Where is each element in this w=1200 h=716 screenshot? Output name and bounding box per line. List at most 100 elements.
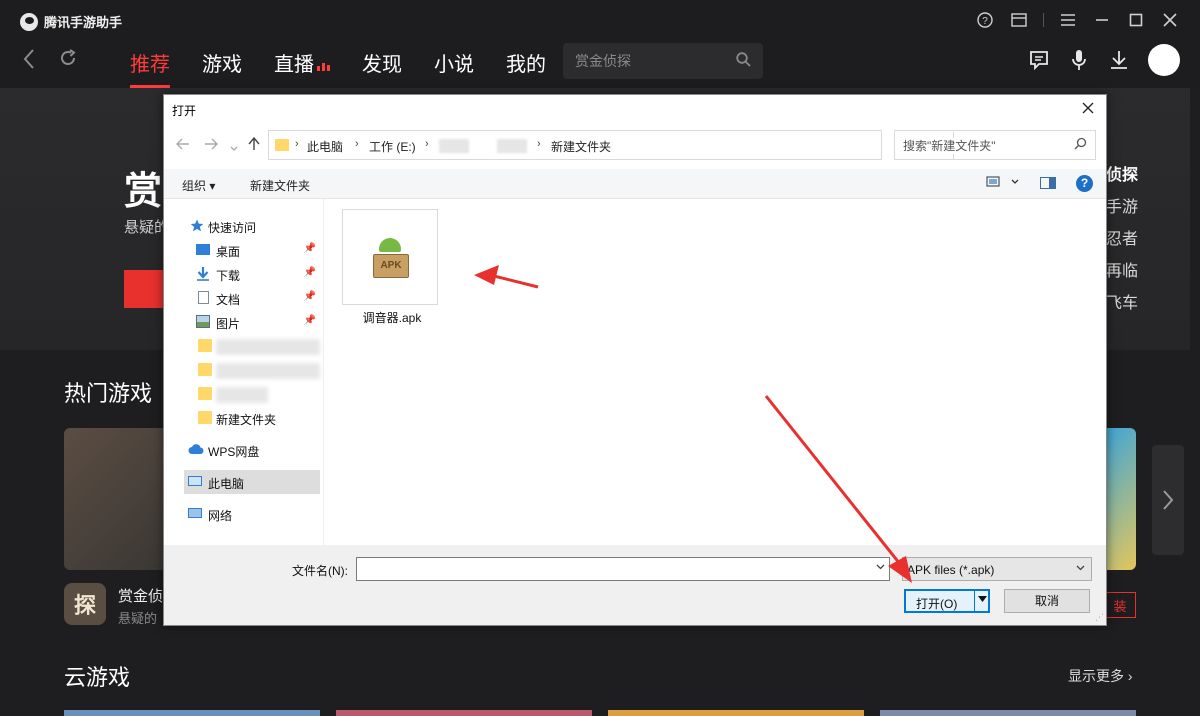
game-name[interactable]: 赏金侦 [118,585,163,606]
file-item-apk[interactable]: APK [342,209,438,305]
search-icon[interactable] [736,52,751,71]
open-dropdown-icon[interactable] [978,594,987,605]
close-icon[interactable] [1160,10,1180,30]
carousel-next-icon[interactable] [1152,445,1184,555]
nav-label: 图片 [216,317,241,331]
maximize-icon[interactable] [1126,10,1146,30]
preview-pane-icon[interactable] [1040,177,1056,189]
cloud-game-card[interactable] [608,710,864,716]
android-icon [379,238,401,252]
side-list-item[interactable]: 侦探 [1106,160,1138,192]
game-card-image[interactable] [64,428,164,570]
nav-folder-redacted[interactable] [164,382,320,406]
tab-live[interactable]: 直播 [274,48,330,88]
nav-desktop[interactable]: 桌面 📌 [164,238,320,262]
chevron-right-icon[interactable]: › [537,138,541,150]
back-arrow-icon[interactable] [176,137,190,153]
download-arrow-icon [196,267,210,281]
resize-grip-icon[interactable]: ⋰ [1095,612,1104,623]
svg-text:?: ? [982,16,988,27]
menu-icon[interactable] [1058,10,1078,30]
tab-recommend[interactable]: 推荐 [130,48,170,88]
banner-button[interactable] [124,270,164,308]
dialog-search-input[interactable] [903,138,1071,154]
forward-arrow-icon[interactable] [204,137,218,153]
breadcrumb-this-pc[interactable]: 此电脑 [307,138,343,155]
nav-new-folder[interactable]: 新建文件夹 [164,406,320,430]
chevron-right-icon[interactable]: › [425,138,429,150]
dialog-search-box [894,130,1096,160]
filename-label: 文件名(N): [292,564,348,578]
separator [1043,13,1044,27]
tab-discover[interactable]: 发现 [362,48,402,88]
side-list-item[interactable]: 飞车 [1106,288,1138,320]
nav-wps-drive[interactable]: WPS网盘 [164,438,320,462]
chevron-right-icon[interactable]: › [295,138,299,150]
new-folder-button[interactable]: 新建文件夹 [250,177,310,194]
nav-label: 此电脑 [208,477,245,491]
download-icon[interactable] [1108,49,1130,71]
breadcrumb-folder[interactable]: 新建文件夹 [551,138,611,155]
nav-folder-redacted[interactable] [164,358,320,382]
cancel-button[interactable]: 取消 [1004,589,1090,613]
redacted-label [216,339,320,355]
minimize-icon[interactable] [1092,10,1112,30]
search-input[interactable] [575,51,725,71]
mail-icon[interactable] [1009,10,1029,30]
tab-games[interactable]: 游戏 [202,48,242,88]
show-more-link[interactable]: 显示更多 › [1068,666,1133,686]
nav-pictures[interactable]: 图片 📌 [164,310,320,334]
help-icon[interactable]: ? [975,10,995,30]
open-button-label: 打开(O) [916,597,958,611]
desktop-icon [196,244,210,255]
nav-folder-redacted[interactable] [164,334,320,358]
message-icon[interactable] [1028,49,1050,71]
command-bar: 组织 ▾ 新建文件夹 ? [164,169,1106,199]
game-icon[interactable]: 探 [64,583,106,625]
section-title-hot-games: 热门游戏 [64,381,153,406]
install-button[interactable]: 装 [1104,592,1136,618]
back-icon[interactable] [22,48,36,76]
up-arrow-icon[interactable] [248,136,260,154]
avatar[interactable] [1148,44,1180,76]
microphone-icon[interactable] [1068,49,1090,71]
address-bar[interactable]: › 此电脑 › 工作 (E:) › › 新建文件夹 [268,130,976,160]
recent-locations-icon[interactable] [230,139,238,155]
nav-downloads[interactable]: 下载 📌 [164,262,320,286]
side-list-item[interactable]: 再临 [1106,256,1138,288]
search-icon[interactable] [1074,137,1087,153]
computer-icon [188,476,202,486]
logo-icon [20,12,38,31]
help-icon[interactable]: ? [1076,175,1093,192]
open-button[interactable]: 打开(O) [904,589,990,613]
organize-button[interactable]: 组织 ▾ [182,177,215,194]
refresh-icon[interactable] [58,48,78,74]
cloud-game-card[interactable] [880,710,1136,716]
dialog-close-icon[interactable] [1078,98,1098,118]
filename-input[interactable] [361,561,861,577]
side-list-item[interactable]: 手游 [1106,192,1138,224]
chevron-right-icon[interactable]: › [355,138,359,150]
chevron-down-icon[interactable] [876,562,885,573]
tab-novel[interactable]: 小说 [434,48,474,88]
folder-icon [198,387,212,400]
nav-network[interactable]: 网络 [164,502,320,526]
cloud-game-card[interactable] [336,710,592,716]
game-card-image[interactable] [1106,428,1136,570]
tab-mine[interactable]: 我的 [506,48,546,88]
cloud-game-card[interactable] [64,710,320,716]
file-type-select[interactable]: APK files (*.apk) [902,557,1092,581]
app-logo: 腾讯手游助手 [20,12,122,31]
change-view-icon[interactable] [986,175,1020,193]
folder-icon [198,339,212,352]
live-indicator-icon [317,61,330,71]
nav-quick-access[interactable]: 快速访问 [164,214,320,238]
redacted-crumb [439,139,469,153]
breadcrumb-drive[interactable]: 工作 (E:) [369,138,416,155]
side-list-item[interactable]: 忍者 [1106,224,1138,256]
file-name[interactable]: 调音器.apk [344,309,440,326]
redacted-label [216,387,268,403]
nav-label: 新建文件夹 [216,413,277,427]
nav-this-pc[interactable]: 此电脑 [184,470,320,494]
nav-documents[interactable]: 文档 📌 [164,286,320,310]
